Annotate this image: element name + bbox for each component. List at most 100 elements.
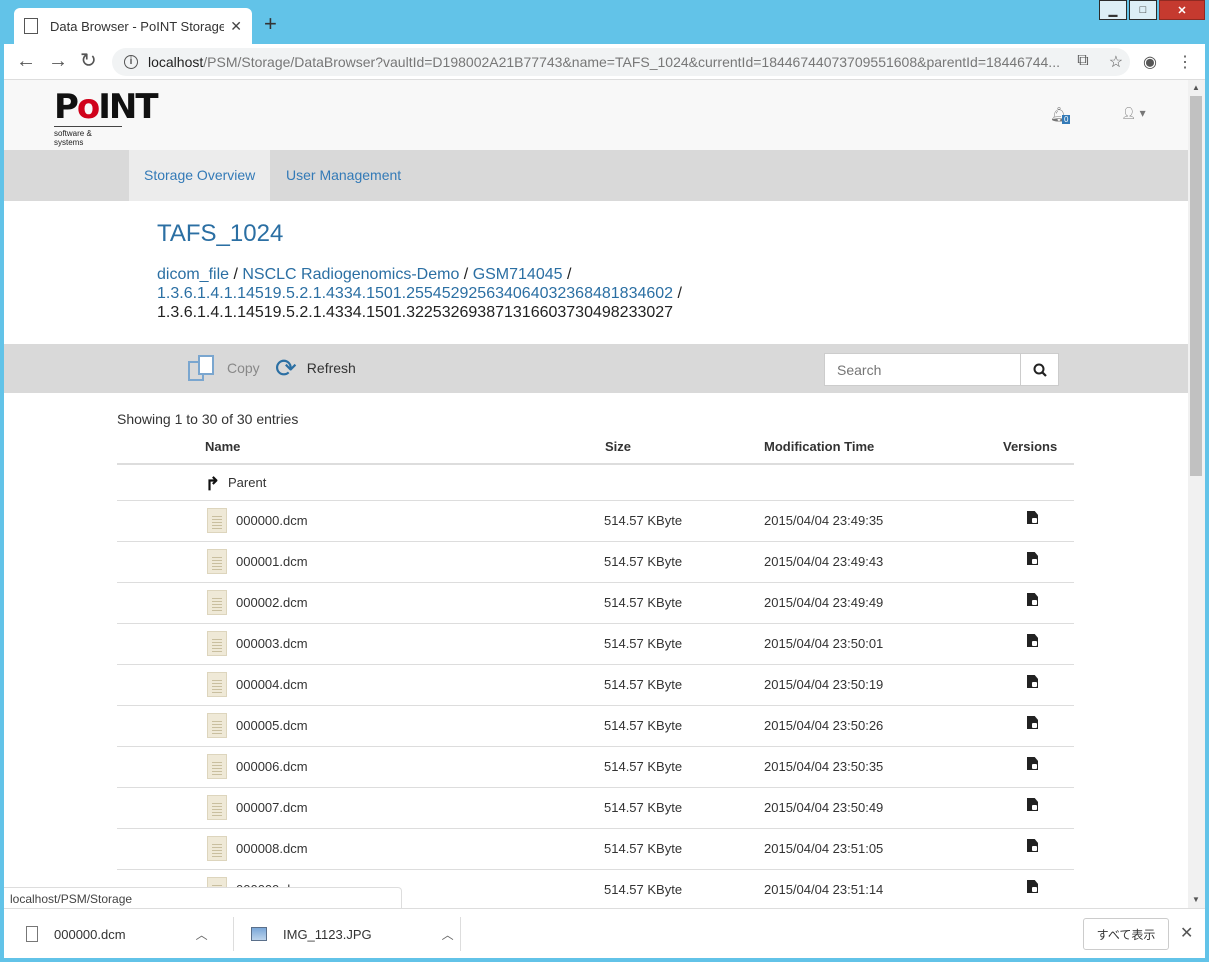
search-input[interactable] <box>824 353 1020 386</box>
window-close-button[interactable]: ✕ <box>1159 0 1205 20</box>
translate-icon[interactable]: ⧉ <box>1077 52 1088 72</box>
download-item[interactable]: 000000.dcm ︿ <box>26 909 208 959</box>
minimize-button[interactable]: ▁ <box>1099 0 1127 20</box>
file-mtime: 2015/04/04 23:50:49 <box>764 800 884 815</box>
notifications-bell-icon[interactable]: 🔔︎ 0 <box>1050 106 1071 124</box>
table-row[interactable]: 000003.dcm 514.57 KByte 2015/04/04 23:50:0… <box>117 624 1074 665</box>
profile-icon[interactable]: ◉ <box>1143 52 1157 72</box>
refresh-button[interactable]: ⟳ Refresh <box>275 354 356 382</box>
versions-icon[interactable] <box>1027 839 1038 852</box>
vertical-scrollbar[interactable]: ▲ ▼ <box>1188 80 1205 908</box>
scrollbar-thumb[interactable] <box>1190 96 1202 476</box>
versions-icon[interactable] <box>1027 798 1038 811</box>
divider <box>233 917 234 951</box>
file-name[interactable]: 000008.dcm <box>236 841 308 856</box>
file-mtime: 2015/04/04 23:50:01 <box>764 636 884 651</box>
breadcrumb-link[interactable]: GSM714045 <box>473 266 563 283</box>
breadcrumb-link[interactable]: NSCLC Radiogenomics-Demo <box>242 266 459 283</box>
file-size: 514.57 KByte <box>604 554 683 569</box>
file-icon <box>26 926 38 942</box>
file-icon <box>207 672 227 697</box>
copy-button[interactable]: Copy <box>187 354 260 382</box>
user-menu[interactable]: 👤︎ ▾ <box>1121 106 1146 120</box>
maximize-button[interactable]: □ <box>1129 0 1157 20</box>
chevron-up-icon[interactable]: ︿ <box>196 926 208 943</box>
scroll-up-icon[interactable]: ▲ <box>1192 83 1200 92</box>
versions-icon[interactable] <box>1027 552 1038 565</box>
file-name[interactable]: 000003.dcm <box>236 636 308 651</box>
scroll-down-icon[interactable]: ▼ <box>1192 895 1200 904</box>
download-item[interactable]: IMG_1123.JPG ︿ <box>251 909 454 959</box>
table-row[interactable]: 000008.dcm 514.57 KByte 2015/04/04 23:51:0… <box>117 829 1074 870</box>
info-icon[interactable]: i <box>124 55 138 69</box>
show-all-button[interactable]: すべて表示 <box>1083 918 1169 950</box>
col-size[interactable]: Size <box>605 439 631 454</box>
table-row[interactable]: 000005.dcm 514.57 KByte 2015/04/04 23:50:2… <box>117 706 1074 747</box>
col-name[interactable]: Name <box>205 439 240 454</box>
address-bar[interactable]: i localhost/PSM/Storage/DataBrowser?vaul… <box>112 48 1130 76</box>
reload-icon[interactable]: ↻ <box>80 51 97 71</box>
file-name[interactable]: 000000.dcm <box>236 513 308 528</box>
search-button[interactable] <box>1020 353 1059 386</box>
forward-icon[interactable]: → <box>48 51 68 71</box>
downloads-bar: 000000.dcm ︿ IMG_1123.JPG ︿ すべて表示 ✕ <box>4 908 1205 958</box>
versions-icon[interactable] <box>1027 716 1038 729</box>
tab-storage-overview[interactable]: Storage Overview <box>129 150 271 201</box>
back-icon[interactable]: ← <box>16 51 36 71</box>
file-name[interactable]: 000004.dcm <box>236 677 308 692</box>
caret-down-icon: ▾ <box>1139 106 1146 120</box>
parent-label[interactable]: Parent <box>228 475 266 490</box>
browser-window: Data Browser - PoINT Storage M ✕ + ▁ □ ✕… <box>4 0 1205 958</box>
table-row[interactable]: 000000.dcm 514.57 KByte 2015/04/04 23:49:3… <box>117 501 1074 542</box>
app-header: PoINT software & systems 🔔︎ 0 👤︎ ▾ <box>4 80 1188 150</box>
file-mtime: 2015/04/04 23:51:05 <box>764 841 884 856</box>
file-size: 514.57 KByte <box>604 759 683 774</box>
file-mtime: 2015/04/04 23:50:35 <box>764 759 884 774</box>
file-size: 514.57 KByte <box>604 595 683 610</box>
versions-icon[interactable] <box>1027 880 1038 893</box>
url-path: /PSM/Storage/DataBrowser?vaultId=D198002… <box>203 54 1060 70</box>
file-name[interactable]: 000006.dcm <box>236 759 308 774</box>
file-name[interactable]: 000001.dcm <box>236 554 308 569</box>
file-size: 514.57 KByte <box>604 718 683 733</box>
new-tab-button[interactable]: + <box>264 12 277 36</box>
versions-icon[interactable] <box>1027 675 1038 688</box>
file-size: 514.57 KByte <box>604 800 683 815</box>
tab-user-management[interactable]: User Management <box>271 150 416 201</box>
file-name[interactable]: 000007.dcm <box>236 800 308 815</box>
breadcrumb-link[interactable]: 1.3.6.1.4.1.14519.5.2.1.4334.1501.255452… <box>157 285 673 302</box>
bookmark-star-icon[interactable]: ☆ <box>1109 52 1123 72</box>
table-row[interactable]: 000001.dcm 514.57 KByte 2015/04/04 23:49:4… <box>117 542 1074 583</box>
file-mtime: 2015/04/04 23:50:19 <box>764 677 884 692</box>
chevron-up-icon[interactable]: ︿ <box>442 926 454 943</box>
file-size: 514.57 KByte <box>604 677 683 692</box>
parent-arrow-icon: ↱ <box>205 474 221 494</box>
col-versions[interactable]: Versions <box>1003 439 1057 454</box>
browser-tab[interactable]: Data Browser - PoINT Storage M ✕ <box>14 8 252 44</box>
versions-icon[interactable] <box>1027 593 1038 606</box>
file-mtime: 2015/04/04 23:49:43 <box>764 554 884 569</box>
breadcrumb-link[interactable]: dicom_file <box>157 266 229 283</box>
table-row[interactable]: 000007.dcm 514.57 KByte 2015/04/04 23:50:4… <box>117 788 1074 829</box>
point-logo[interactable]: PoINT software & systems <box>54 90 159 147</box>
table-header: Name Size Modification Time Versions <box>117 432 1074 465</box>
page-content: PoINT software & systems 🔔︎ 0 👤︎ ▾ Storag… <box>4 80 1188 908</box>
table-row[interactable]: 000006.dcm 514.57 KByte 2015/04/04 23:50:3… <box>117 747 1074 788</box>
versions-icon[interactable] <box>1027 634 1038 647</box>
file-mtime: 2015/04/04 23:50:26 <box>764 718 884 733</box>
file-name[interactable]: 000002.dcm <box>236 595 308 610</box>
breadcrumb-current: 1.3.6.1.4.1.14519.5.2.1.4334.1501.322532… <box>157 304 674 321</box>
page-title: TAFS_1024 <box>157 220 284 247</box>
parent-row[interactable]: ↱ Parent <box>117 465 1074 501</box>
versions-icon[interactable] <box>1027 757 1038 770</box>
file-icon <box>207 713 227 738</box>
table-row[interactable]: 000002.dcm 514.57 KByte 2015/04/04 23:49:4… <box>117 583 1074 624</box>
tab-close-icon[interactable]: ✕ <box>230 18 242 35</box>
table-row[interactable]: 000004.dcm 514.57 KByte 2015/04/04 23:50:1… <box>117 665 1074 706</box>
close-downloads-icon[interactable]: ✕ <box>1180 923 1193 943</box>
versions-icon[interactable] <box>1027 511 1038 524</box>
col-modification-time[interactable]: Modification Time <box>764 439 874 454</box>
file-icon <box>207 795 227 820</box>
menu-icon[interactable]: ⋮ <box>1177 52 1193 72</box>
file-name[interactable]: 000005.dcm <box>236 718 308 733</box>
